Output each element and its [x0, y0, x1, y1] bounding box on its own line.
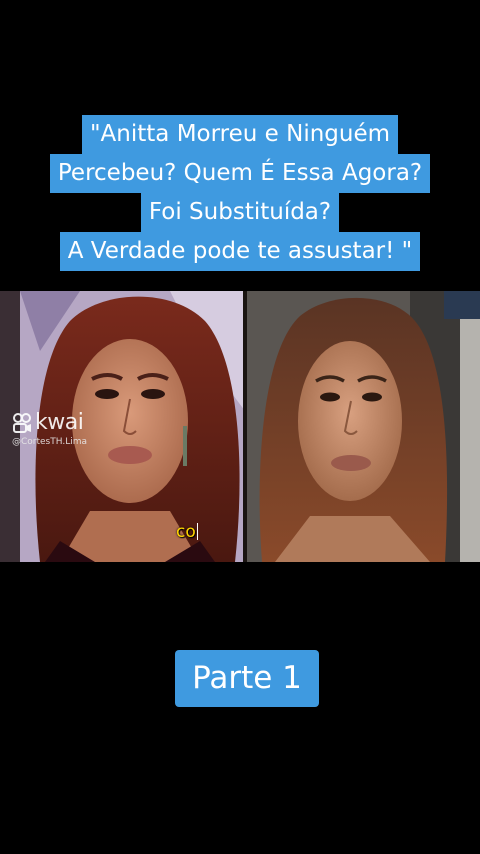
subtitle-text: co [176, 522, 196, 542]
kwai-brand-text: kwai [35, 410, 84, 435]
kwai-watermark: kwai @CortesTH.Lima [12, 412, 87, 448]
split-divider [243, 291, 247, 562]
headline-caption: "Anitta Morreu e Ninguém Percebeu? Quem … [0, 115, 480, 271]
video-frame: "Anitta Morreu e Ninguém Percebeu? Quem … [0, 0, 480, 854]
kwai-logo-icon [13, 413, 31, 433]
text-cursor [196, 523, 199, 540]
right-portrait [247, 291, 480, 562]
creator-handle: @CortesTH.Lima [12, 437, 88, 447]
headline-line-4: A Verdade pode te assustar! " [59, 232, 421, 271]
part-badge: Parte 1 [175, 650, 319, 707]
headline-line-2: Percebeu? Quem É Essa Agora? [49, 154, 431, 193]
headline-line-3: Foi Substituída? [140, 193, 340, 232]
headline-line-1: "Anitta Morreu e Ninguém [81, 115, 399, 154]
video-subtitle: co [176, 521, 199, 543]
